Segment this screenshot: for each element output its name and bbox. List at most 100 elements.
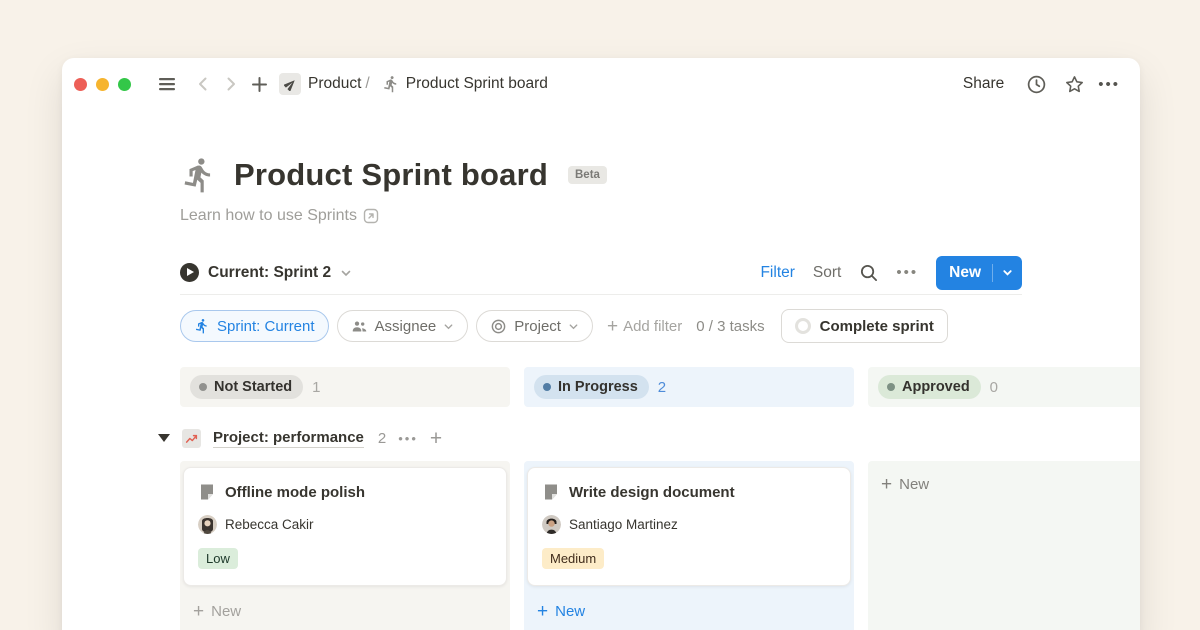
sort-button[interactable]: Sort (813, 264, 841, 282)
chip-project[interactable]: Project (476, 310, 593, 342)
favorite-star-icon[interactable] (1060, 70, 1088, 98)
add-card-button-in-progress[interactable]: + New (537, 602, 585, 621)
page-runner-icon[interactable] (180, 156, 218, 194)
group-options-icon[interactable]: ••• (398, 431, 418, 446)
chevron-down-icon (568, 321, 579, 332)
external-link-icon (363, 208, 379, 224)
close-window-button[interactable] (74, 78, 87, 91)
plus-icon: + (607, 317, 618, 336)
nav-back-icon[interactable] (189, 70, 217, 98)
chip-label: Project (514, 318, 561, 335)
new-task-label: New (949, 264, 981, 282)
add-card-label: New (555, 603, 585, 620)
minimize-window-button[interactable] (96, 78, 109, 91)
card-title: Offline mode polish (225, 484, 365, 501)
filter-button[interactable]: Filter (760, 264, 794, 282)
column-not-started: Offline mode polish Rebecca Cakir Low + … (180, 461, 510, 630)
chevron-down-icon (443, 321, 454, 332)
column-header-approved: Approved 0 (868, 367, 1140, 407)
column-bodies: Offline mode polish Rebecca Cakir Low + … (180, 461, 1140, 630)
column-approved: + New (868, 461, 1140, 630)
column-header-in-progress: In Progress 2 (524, 367, 854, 407)
column-header-not-started: Not Started 1 (180, 367, 510, 407)
tasks-progress: 0 / 3 tasks (696, 318, 764, 335)
complete-sprint-button[interactable]: Complete sprint (781, 309, 948, 343)
progress-ring-icon (795, 318, 811, 334)
priority-tag: Low (198, 548, 238, 569)
add-card-label: New (211, 603, 241, 620)
task-card-write-design-document[interactable]: Write design document Santiago Martinez … (527, 467, 851, 586)
view-options-icon[interactable]: ••• (896, 264, 918, 281)
new-page-icon[interactable] (245, 70, 273, 98)
avatar (542, 515, 561, 534)
complete-sprint-label: Complete sprint (820, 318, 934, 335)
view-toolbar: Current: Sprint 2 Filter Sort ••• New (180, 251, 1022, 295)
card-title: Write design document (569, 484, 735, 501)
breadcrumb-page[interactable]: Product Sprint board (406, 75, 548, 93)
play-circle-icon (180, 263, 199, 282)
status-dot-icon (543, 383, 551, 391)
app-window: Product / Product Sprint board Share •••… (62, 58, 1140, 630)
plus-icon: + (881, 475, 892, 494)
status-dot-icon (199, 383, 207, 391)
search-icon[interactable] (859, 263, 878, 282)
target-icon (490, 318, 507, 335)
people-icon (351, 318, 368, 335)
updates-clock-icon[interactable] (1022, 70, 1050, 98)
column-count: 2 (658, 379, 666, 396)
new-task-chevron-icon[interactable] (993, 267, 1022, 278)
filter-bar: Sprint: Current Assignee Project (180, 309, 1022, 343)
group-title-link[interactable]: Project: performance (213, 429, 364, 448)
page-doc-icon (542, 483, 560, 501)
task-card-offline-mode-polish[interactable]: Offline mode polish Rebecca Cakir Low (183, 467, 507, 586)
chart-icon (182, 429, 201, 448)
breadcrumb-workspace[interactable]: Product (308, 75, 361, 93)
page-header: Product Sprint board Beta (180, 156, 1022, 194)
chip-sprint-current[interactable]: Sprint: Current (180, 310, 329, 342)
sidebar-menu-icon[interactable] (153, 70, 181, 98)
breadcrumb-separator: / (365, 75, 369, 93)
group-count: 2 (378, 430, 386, 447)
window-titlebar: Product / Product Sprint board Share ••• (62, 58, 1140, 110)
chip-label: Sprint: Current (217, 318, 315, 335)
assignee-name: Santiago Martinez (569, 517, 678, 532)
sprint-view-selector[interactable]: Current: Sprint 2 (180, 263, 352, 282)
plus-icon: + (537, 602, 548, 621)
zoom-window-button[interactable] (118, 78, 131, 91)
share-button[interactable]: Share (955, 71, 1012, 97)
add-filter-label: Add filter (623, 318, 682, 335)
learn-link[interactable]: Learn how to use Sprints (180, 207, 379, 225)
status-label: Not Started (214, 379, 292, 395)
status-pill[interactable]: Not Started (190, 375, 303, 399)
add-card-button-approved[interactable]: + New (881, 475, 929, 494)
workspace-icon[interactable] (279, 73, 301, 95)
add-card-button-not-started[interactable]: + New (193, 602, 241, 621)
nav-forward-icon[interactable] (217, 70, 245, 98)
page-doc-icon (198, 483, 216, 501)
column-count: 0 (990, 379, 998, 396)
plus-icon: + (193, 602, 204, 621)
topbar-actions: Share ••• (955, 70, 1120, 98)
new-task-button[interactable]: New (936, 256, 1022, 290)
status-label: In Progress (558, 379, 638, 395)
page-title: Product Sprint board (234, 157, 548, 193)
avatar (198, 515, 217, 534)
column-count: 1 (312, 379, 320, 396)
add-filter-button[interactable]: + Add filter (607, 317, 682, 336)
group-header: Project: performance 2 ••• + (62, 415, 1140, 461)
status-pill[interactable]: Approved (878, 375, 981, 399)
chip-label: Assignee (375, 318, 437, 335)
runner-icon (194, 318, 210, 334)
more-options-icon[interactable]: ••• (1098, 76, 1120, 93)
kanban-board: Not Started 1 In Progress 2 Approved 0 (62, 367, 1140, 630)
group-add-icon[interactable]: + (430, 428, 442, 449)
status-pill[interactable]: In Progress (534, 375, 649, 399)
toolbar-actions: Filter Sort ••• New (760, 256, 1022, 290)
assignee-name: Rebecca Cakir (225, 517, 314, 532)
chevron-down-icon (340, 267, 352, 279)
chip-assignee[interactable]: Assignee (337, 310, 469, 342)
collapse-triangle-icon[interactable] (158, 434, 170, 442)
status-label: Approved (902, 379, 970, 395)
beta-badge: Beta (568, 166, 607, 184)
status-dot-icon (887, 383, 895, 391)
